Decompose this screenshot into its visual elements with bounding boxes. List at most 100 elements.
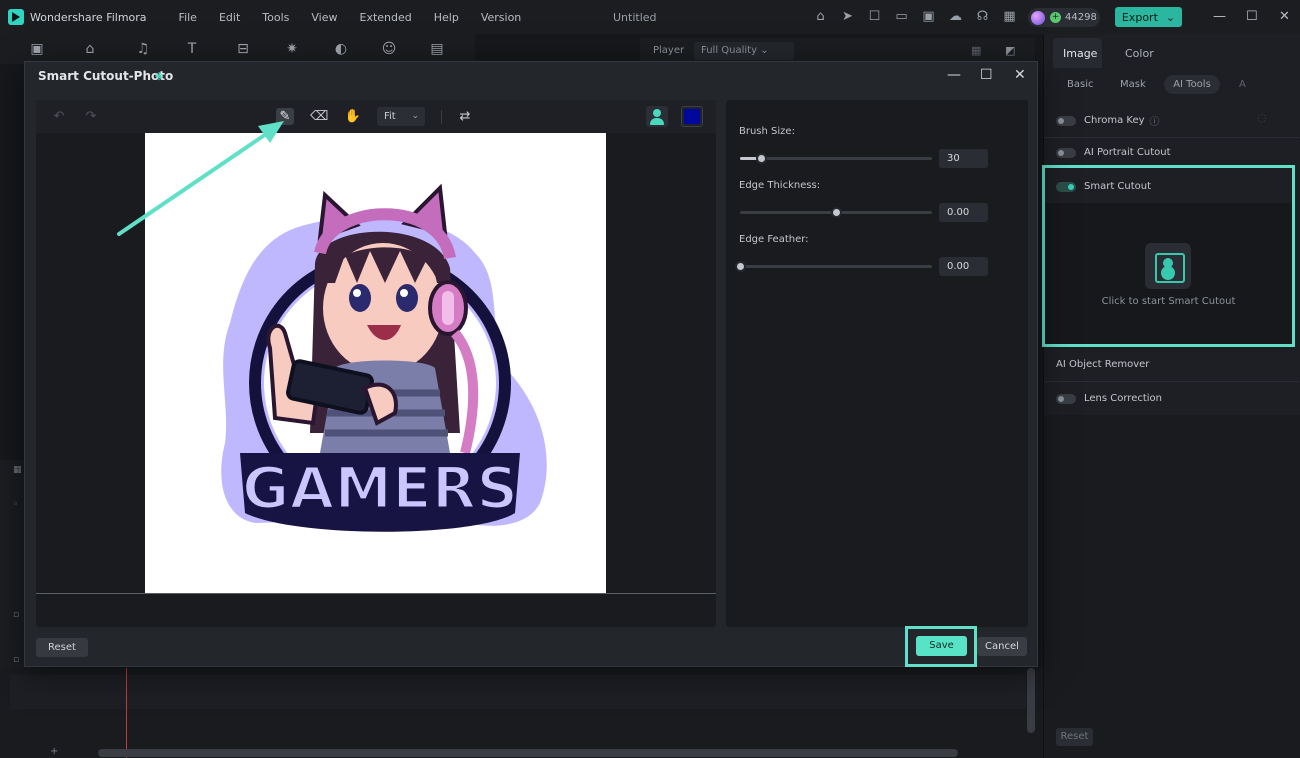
- menu-version[interactable]: Version: [481, 11, 521, 24]
- properties-reset-button[interactable]: Reset: [1056, 728, 1093, 746]
- chevron-down-icon: ⌄: [411, 111, 419, 121]
- hand-pan-icon[interactable]: ✋: [344, 108, 362, 125]
- top-icon-group: ⌂ ➤ ☐ ▭ ▣ ☁ ☊ ▦: [812, 9, 1018, 25]
- gift-icon[interactable]: ⌂: [812, 9, 829, 25]
- edge-feather-label: Edge Feather:: [739, 234, 809, 245]
- reset-button[interactable]: Reset: [36, 638, 88, 657]
- menu-tools[interactable]: Tools: [262, 11, 289, 24]
- chroma-key-row[interactable]: Chroma Key ⓘ: [1056, 113, 1160, 128]
- subtab-ai-tools[interactable]: AI Tools: [1164, 75, 1220, 94]
- brush-add-icon[interactable]: ✎: [276, 108, 294, 125]
- ai-portrait-toggle[interactable]: [1056, 147, 1076, 158]
- ai-badge-icon: ◈: [155, 69, 164, 82]
- menu-file[interactable]: File: [179, 11, 197, 24]
- audio-icon[interactable]: ♫: [135, 41, 151, 57]
- dialog-minimize-icon[interactable]: —: [947, 67, 961, 83]
- ai-portrait-row[interactable]: AI Portrait Cutout: [1056, 147, 1171, 158]
- send-icon[interactable]: ➤: [839, 9, 856, 25]
- edge-feather-slider[interactable]: [735, 261, 932, 272]
- gamer-girl-illustration: GAMERS: [221, 183, 547, 532]
- dialog-close-icon[interactable]: ✕: [1014, 67, 1026, 83]
- eye-left: [349, 284, 371, 312]
- photo-canvas[interactable]: GAMERS: [145, 133, 606, 594]
- transitions-icon[interactable]: ⊟: [235, 41, 251, 57]
- track-manager-icon[interactable]: ▦: [13, 465, 22, 475]
- undo-icon[interactable]: ↶: [50, 108, 68, 125]
- apps-grid-icon[interactable]: ▦: [1001, 9, 1018, 25]
- timeline-scrollbar-horizontal[interactable]: [98, 749, 958, 757]
- playhead[interactable]: [126, 668, 127, 758]
- media-toolbar: ▣ ⌂ ♫ T ⊟ ✷ ◐ ☺ ▤: [0, 34, 475, 64]
- close-icon[interactable]: ✕: [1279, 9, 1290, 24]
- canvas-panel: ↶ ↷ ✎ ⌫ ✋ Fit ⌄ ⇄ GAMERS: [36, 100, 716, 627]
- divider: [1044, 137, 1299, 138]
- lens-correction-label: Lens Correction: [1084, 393, 1163, 404]
- scope-icon[interactable]: ◩: [1005, 44, 1015, 57]
- effects-icon[interactable]: ✷: [284, 41, 300, 57]
- menu-extended[interactable]: Extended: [360, 11, 412, 24]
- lock-icon[interactable]: ▫: [13, 610, 19, 620]
- portrait-preview-icon[interactable]: [646, 106, 668, 127]
- export-label: Export: [1121, 10, 1158, 24]
- minimize-icon[interactable]: —: [1213, 9, 1226, 24]
- feedback-icon[interactable]: ☐: [866, 9, 883, 25]
- subtab-basic[interactable]: Basic: [1067, 79, 1093, 90]
- avatar[interactable]: [1031, 10, 1045, 25]
- slider-fill: [740, 211, 836, 214]
- cloud-icon[interactable]: ☁: [947, 9, 964, 25]
- zoom-select[interactable]: Fit ⌄: [377, 107, 425, 126]
- timeline-scrollbar-vertical[interactable]: [1027, 668, 1035, 733]
- add-track-icon[interactable]: +: [50, 746, 58, 757]
- headset-icon[interactable]: ☊: [974, 9, 991, 25]
- cancel-button[interactable]: Cancel: [977, 637, 1027, 656]
- eraser-icon[interactable]: ⌫: [310, 108, 328, 125]
- app-name: Wondershare Filmora: [30, 10, 147, 24]
- templates-icon[interactable]: ▤: [429, 41, 445, 57]
- lens-correction-row[interactable]: Lens Correction: [1056, 393, 1162, 404]
- timeline-track[interactable]: [10, 675, 1026, 709]
- brush-size-slider[interactable]: [740, 153, 932, 164]
- reset-property-icon[interactable]: ◌: [1257, 111, 1267, 124]
- subtab-mask[interactable]: Mask: [1120, 79, 1146, 90]
- menu-edit[interactable]: Edit: [219, 11, 240, 24]
- dialog-title: Smart Cutout-Photo: [38, 69, 174, 83]
- maximize-icon[interactable]: ☐: [1246, 9, 1258, 24]
- credit-badge[interactable]: + 44298: [1028, 8, 1100, 27]
- subtab-more[interactable]: A: [1239, 79, 1246, 90]
- tab-color[interactable]: Color: [1125, 47, 1154, 60]
- edge-feather-value[interactable]: 0.00: [939, 257, 988, 276]
- ai-object-remover-label[interactable]: AI Object Remover: [1056, 359, 1149, 370]
- slider-knob[interactable]: [756, 153, 768, 164]
- grid-view-icon[interactable]: ▦: [971, 44, 981, 57]
- tab-image[interactable]: Image: [1063, 47, 1097, 60]
- media-icon[interactable]: ▣: [29, 41, 45, 57]
- zoom-value: Fit: [384, 111, 396, 122]
- edge-thickness-value[interactable]: 0.00: [939, 203, 988, 222]
- stickers-icon[interactable]: ☺: [381, 41, 397, 57]
- coin-icon: +: [1050, 12, 1061, 23]
- slider-knob[interactable]: [831, 207, 842, 218]
- menu-view[interactable]: View: [311, 11, 337, 24]
- stock-icon[interactable]: ⌂: [82, 41, 98, 57]
- brush-size-value[interactable]: 30: [939, 149, 988, 168]
- brush-color-swatch[interactable]: [681, 106, 703, 127]
- dialog-maximize-icon[interactable]: ☐: [980, 67, 993, 83]
- quality-select[interactable]: Full Quality ⌄: [694, 42, 794, 60]
- edge-thickness-slider[interactable]: [740, 207, 932, 218]
- filters-icon[interactable]: ◐: [333, 41, 349, 57]
- chroma-key-toggle[interactable]: [1056, 115, 1076, 126]
- toolbar-divider: [441, 110, 442, 124]
- export-button[interactable]: Export ⌄: [1115, 7, 1182, 27]
- lens-correction-toggle[interactable]: [1056, 393, 1076, 404]
- slider-knob[interactable]: [735, 261, 746, 272]
- audio-track-icon[interactable]: ▫: [13, 655, 19, 665]
- menu-help[interactable]: Help: [434, 11, 459, 24]
- smart-cutout-dialog: Smart Cutout-Photo ◈ — ☐ ✕ ↶ ↷ ✎ ⌫ ✋ Fit…: [24, 61, 1038, 667]
- link-icon[interactable]: ◦: [13, 500, 18, 510]
- titles-icon[interactable]: T: [184, 41, 200, 57]
- compare-swap-icon[interactable]: ⇄: [456, 108, 474, 125]
- save-icon[interactable]: ▣: [920, 9, 937, 25]
- redo-icon[interactable]: ↷: [82, 108, 100, 125]
- help-icon[interactable]: ⓘ: [1150, 113, 1160, 128]
- layout-icon[interactable]: ▭: [893, 9, 910, 25]
